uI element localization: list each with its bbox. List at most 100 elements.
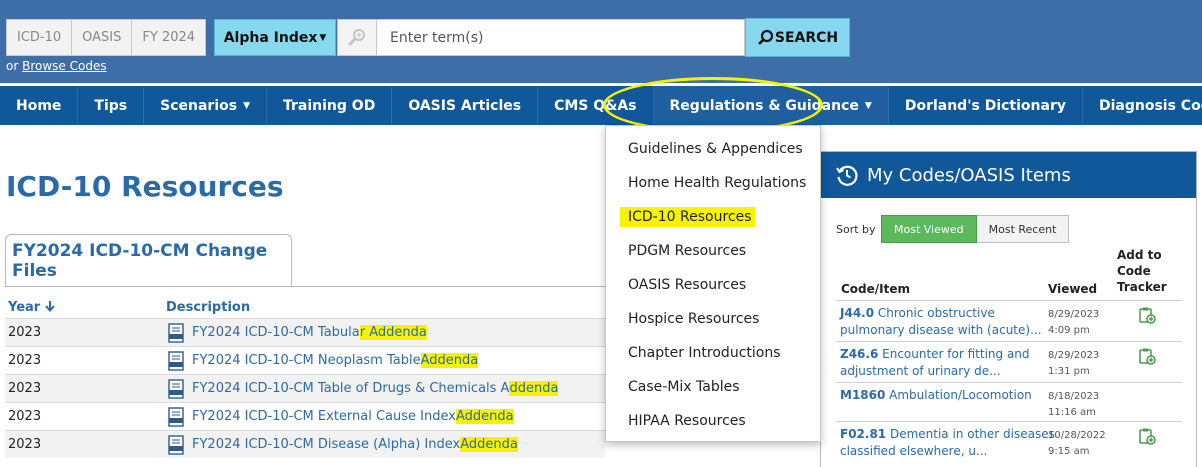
add-to-tracker-button[interactable] <box>1138 347 1156 369</box>
code-id: J44.0 <box>840 306 875 320</box>
menu-item-label: Home Health Regulations <box>628 175 807 191</box>
section-tab-change-files[interactable]: FY2024 ICD-10-CM Change Files <box>5 234 292 286</box>
code-link[interactable]: F02.81 Dementia in other diseases classif… <box>840 426 1055 460</box>
viewed-time: 9:15 am <box>1048 446 1090 457</box>
menu-item-icd10-resources[interactable]: ICD-10 Resources <box>606 200 820 234</box>
menu-item-pdgm-resources[interactable]: PDGM Resources <box>606 234 820 268</box>
tab-oasis[interactable]: OASIS <box>72 19 133 56</box>
row-year: 2023 <box>8 353 42 368</box>
row-link[interactable]: FY2024 ICD-10-CM Neoplasm Table Addenda <box>166 350 479 371</box>
sort-most-recent-button[interactable]: Most Recent <box>976 215 1070 243</box>
panel-title: My Codes/OASIS Items <box>867 164 1071 186</box>
tracker-header-line: Tracker <box>1117 280 1167 294</box>
tracker-header-line: Code <box>1117 264 1151 278</box>
menu-item-case-mix-tables[interactable]: Case-Mix Tables <box>606 370 820 404</box>
row-year: 2023 <box>8 381 42 396</box>
browse-codes-line: or Browse Codes <box>6 59 107 73</box>
menu-item-hipaa-resources[interactable]: HIPAA Resources <box>606 404 820 438</box>
code-title: Encounter for fitting and <box>878 347 1030 361</box>
viewed-timestamp: 8/18/2023 11:16 am <box>1048 389 1099 421</box>
menu-item-label: Case-Mix Tables <box>628 379 740 395</box>
code-set-tabs: ICD-10 OASIS FY 2024 <box>6 19 207 56</box>
code-title-cont: classified elsewhere, u... <box>840 444 988 458</box>
menu-item-oasis-resources[interactable]: OASIS Resources <box>606 268 820 302</box>
row-description: FY2024 ICD-10-CM External Cause Index <box>192 409 456 424</box>
search-icon <box>757 29 773 45</box>
browse-codes-link[interactable]: Browse Codes <box>22 59 106 73</box>
sort-arrow-down-icon <box>45 301 55 313</box>
pdf-file-icon <box>168 322 184 343</box>
table-row: 2023 FY2024 ICD-10-CM External Cause Ind… <box>5 402 605 430</box>
table-row: 2023 FY2024 ICD-10-CM Tabula r Addenda <box>5 318 605 346</box>
change-files-table: 2023 FY2024 ICD-10-CM Tabula r Addenda 20… <box>5 318 605 458</box>
clipboard-add-icon <box>1139 428 1156 445</box>
clipboard-add-icon <box>1139 307 1156 324</box>
menu-item-label: Hospice Resources <box>628 311 760 327</box>
magnifier-wand-icon <box>347 28 365 46</box>
row-description-highlight: Addenda <box>460 437 518 452</box>
search-button-label: SEARCH <box>774 29 839 46</box>
nav-training-od[interactable]: Training OD <box>267 86 393 125</box>
code-link[interactable]: J44.0 Chronic obstructive pulmonary disea… <box>840 305 1042 339</box>
clipboard-add-icon <box>1139 348 1156 365</box>
row-link[interactable]: FY2024 ICD-10-CM External Cause Index Ad… <box>166 406 514 427</box>
menu-item-guidelines[interactable]: Guidelines & Appendices <box>606 132 820 166</box>
history-clock-icon <box>836 165 858 186</box>
code-link[interactable]: Z46.6 Encounter for fitting and adjustmen… <box>840 346 1038 380</box>
viewed-time: 1:31 pm <box>1048 366 1090 377</box>
search-header: ICD-10 OASIS FY 2024 Alpha Index▼ SEARCH… <box>0 0 1202 83</box>
row-description: FY2024 ICD-10-CM Tabula <box>192 325 360 340</box>
add-to-tracker-button[interactable] <box>1138 427 1156 449</box>
row-description-highlight: Addenda <box>420 353 479 368</box>
alpha-index-button[interactable]: Alpha Index ▼ <box>214 19 336 56</box>
row-link[interactable]: FY2024 ICD-10-CM Tabula r Addenda <box>166 322 427 343</box>
column-header-description[interactable]: Description <box>166 300 250 315</box>
my-codes-panel: My Codes/OASIS Items Sort by Most Viewed… <box>820 151 1197 467</box>
nav-cms-qas[interactable]: CMS Q&As <box>538 86 654 125</box>
nav-home[interactable]: Home <box>0 86 79 125</box>
viewed-timestamp: 8/29/2023 1:31 pm <box>1048 348 1099 380</box>
pdf-file-icon <box>168 434 184 455</box>
list-item: Z46.6 Encounter for fitting and adjustmen… <box>836 341 1182 382</box>
nav-cms-label: CMS Q&As <box>554 97 637 114</box>
caret-down-icon: ▼ <box>319 32 327 43</box>
list-item: M1860 Ambulation/Locomotion 8/18/2023 11:… <box>836 382 1182 421</box>
row-year: 2023 <box>8 437 42 452</box>
nav-oasis-label: OASIS Articles <box>408 97 522 114</box>
viewed-timestamp: 8/29/2023 4:09 pm <box>1048 307 1099 339</box>
viewed-date: 8/29/2023 <box>1048 309 1100 320</box>
sort-most-viewed-button[interactable]: Most Viewed <box>881 215 977 243</box>
row-link[interactable]: FY2024 ICD-10-CM Table of Drugs & Chemic… <box>166 378 559 399</box>
menu-item-label: PDGM Resources <box>628 243 747 259</box>
code-id: F02.81 <box>840 427 887 441</box>
row-description: FY2024 ICD-10-CM Neoplasm Table <box>192 353 421 368</box>
nav-dorlands-dictionary[interactable]: Dorland's Dictionary <box>889 86 1083 125</box>
tab-fy2024[interactable]: FY 2024 <box>132 19 207 56</box>
code-id: Z46.6 <box>840 347 879 361</box>
page-title: ICD-10 Resources <box>6 170 284 203</box>
search-button[interactable]: SEARCH <box>745 18 850 57</box>
nav-tips[interactable]: Tips <box>78 86 145 125</box>
magic-search-button[interactable] <box>337 19 377 56</box>
column-header-year[interactable]: Year <box>8 300 55 315</box>
nav-scenarios[interactable]: Scenarios ▼ <box>144 86 267 125</box>
menu-item-chapter-introductions[interactable]: Chapter Introductions <box>606 336 820 370</box>
menu-item-label: ICD-10 Resources <box>620 207 755 227</box>
viewed-time: 4:09 pm <box>1048 325 1090 336</box>
column-year-label: Year <box>8 300 41 315</box>
row-link[interactable]: FY2024 ICD-10-CM Disease (Alpha) Index A… <box>166 434 518 455</box>
tab-icd10[interactable]: ICD-10 <box>6 19 73 56</box>
add-to-tracker-button[interactable] <box>1138 306 1156 328</box>
row-year: 2023 <box>8 409 42 424</box>
menu-item-hospice-resources[interactable]: Hospice Resources <box>606 302 820 336</box>
search-input[interactable] <box>377 19 745 56</box>
alpha-index-label: Alpha Index <box>223 29 318 46</box>
menu-item-home-health-regulations[interactable]: Home Health Regulations <box>606 166 820 200</box>
row-description-highlight: r Addenda <box>359 325 427 340</box>
nav-oasis-articles[interactable]: OASIS Articles <box>392 86 539 125</box>
viewed-time: 11:16 am <box>1048 407 1096 418</box>
code-link[interactable]: M1860 Ambulation/Locomotion <box>840 387 1038 404</box>
nav-regulations-guidance[interactable]: Regulations & Guidance ▼ <box>653 86 889 125</box>
nav-diagnosis-coding-pro[interactable]: Diagnosis Coding Pro <box>1083 86 1202 125</box>
code-title-cont: adjustment of urinary de... <box>840 364 1001 378</box>
